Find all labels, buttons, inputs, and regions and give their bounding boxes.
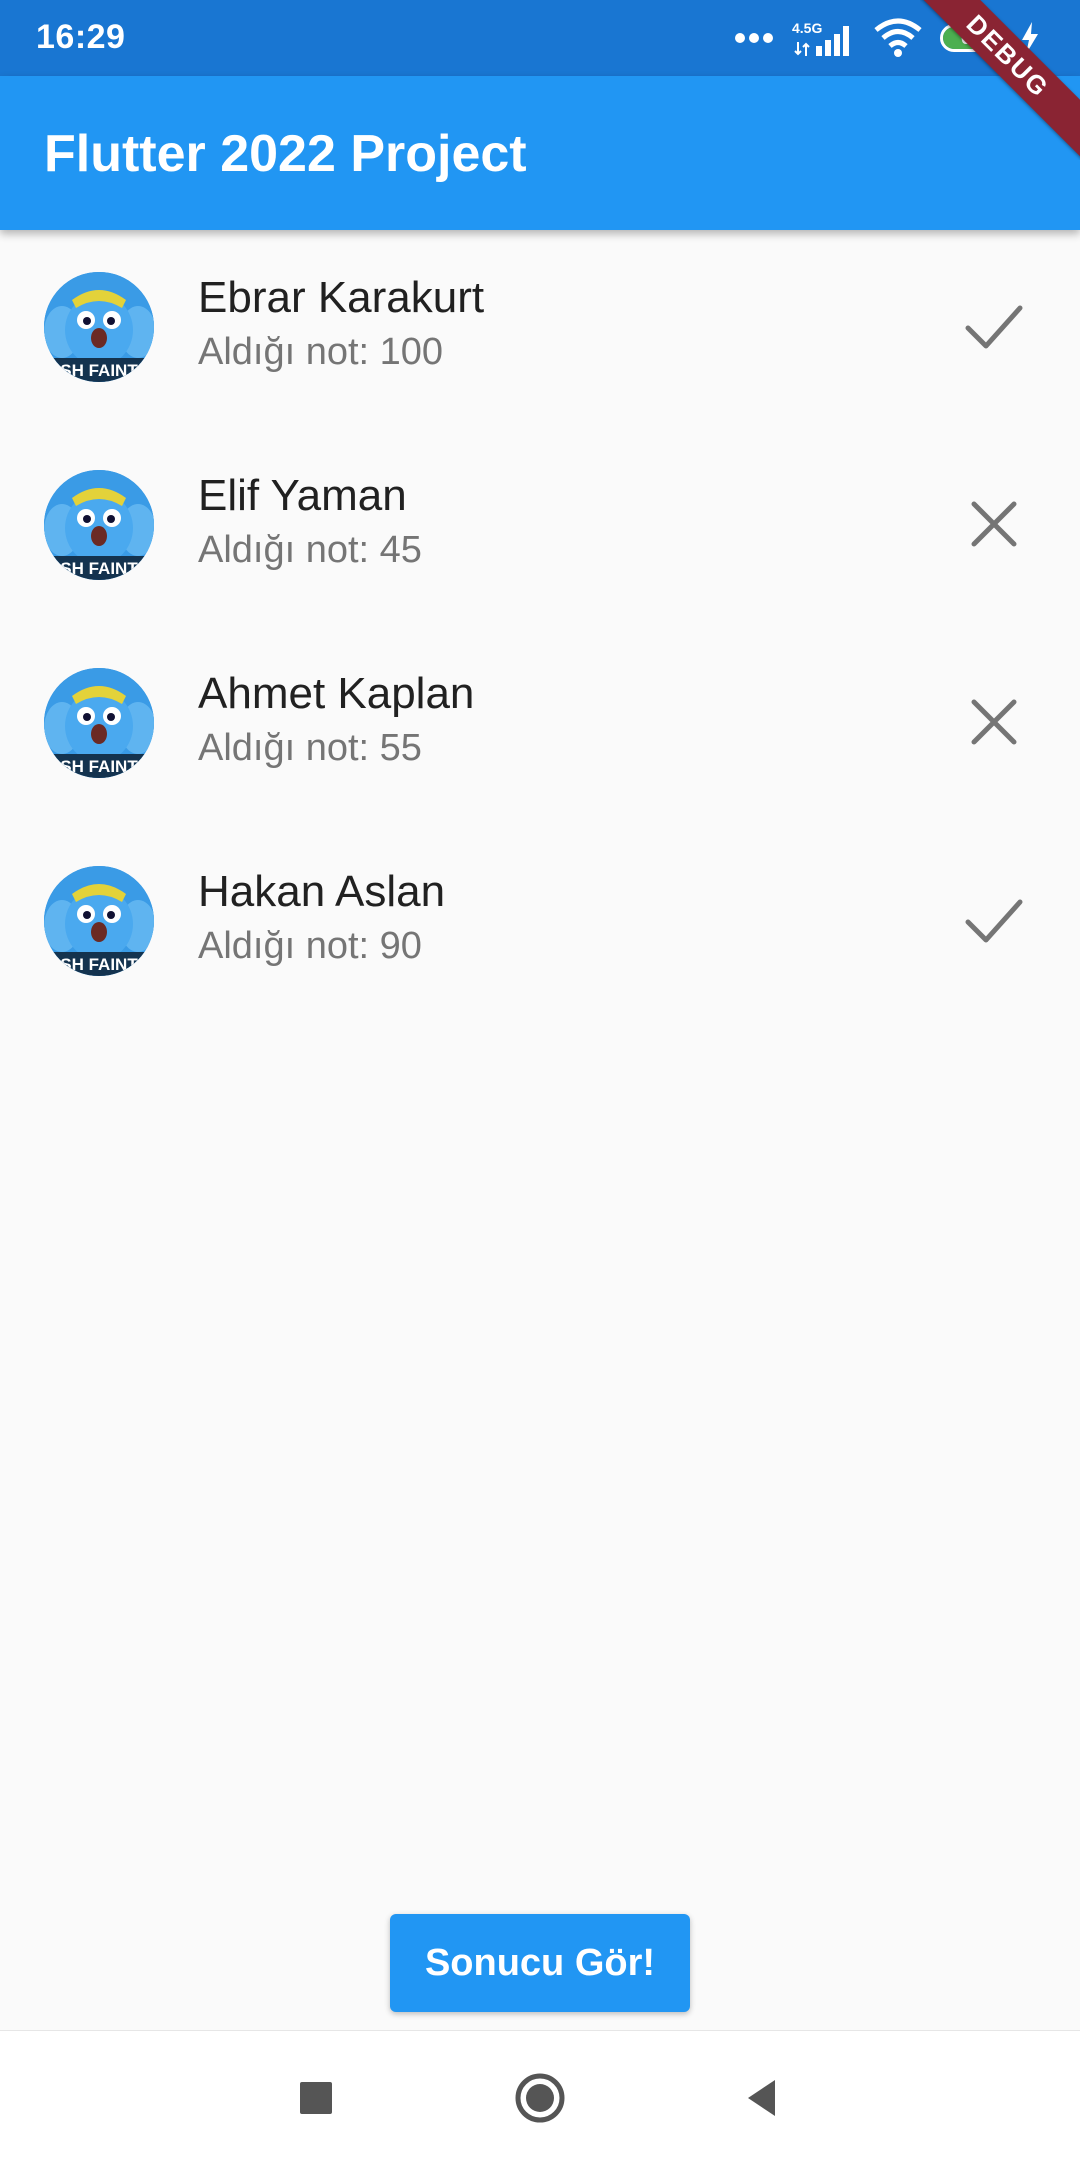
- avatar-image: SH FAINT: [44, 470, 154, 580]
- avatar-image: SH FAINT: [44, 866, 154, 976]
- avatar-caption: SH FAINT: [60, 361, 138, 380]
- debug-banner: DEBUG: [920, 0, 1080, 160]
- student-grade: Aldığı not: 45: [198, 528, 422, 571]
- item-text: Elif Yaman Aldığı not: 45: [198, 470, 422, 572]
- student-list: SH FAINT Ebrar Karakurt Aldığı not: 100: [0, 230, 1080, 1022]
- avatar-image: SH FAINT: [44, 668, 154, 778]
- item-text: Ahmet Kaplan Aldığı not: 55: [198, 668, 474, 770]
- see-result-button[interactable]: Sonucu Gör!: [390, 1914, 690, 2012]
- close-icon: [971, 501, 1017, 547]
- avatar: SH FAINT: [44, 866, 154, 976]
- student-grade: Aldığı not: 55: [198, 726, 422, 769]
- wifi-icon: [874, 18, 922, 57]
- navigation-bar: [0, 2030, 1080, 2161]
- student-grade: Aldığı not: 100: [198, 330, 444, 373]
- avatar: SH FAINT: [44, 470, 154, 580]
- list-item[interactable]: SH FAINT Ebrar Karakurt Aldığı not: 100: [0, 230, 1080, 428]
- list-item[interactable]: SH FAINT Hakan Aslan Aldığı not: 90: [0, 824, 1080, 1022]
- check-icon: [965, 305, 1023, 349]
- avatar-caption: SH FAINT: [60, 757, 138, 776]
- list-item[interactable]: SH FAINT Ahmet Kaplan Aldığı not: 55: [0, 626, 1080, 824]
- student-name: Hakan Aslan: [198, 867, 446, 916]
- signal-icon: 4.5G: [792, 16, 856, 60]
- close-icon: [971, 699, 1017, 745]
- student-grade: Aldığı not: 90: [198, 924, 422, 967]
- student-name: Elif Yaman: [198, 471, 407, 520]
- debug-banner-container: DEBUG: [920, 0, 1080, 160]
- app-bar: Flutter 2022 Project: [0, 76, 1080, 230]
- home-circle-icon[interactable]: [513, 2071, 567, 2125]
- status-bar: 16:29 4.5G 67: [0, 0, 1080, 76]
- student-name: Ebrar Karakurt: [198, 273, 485, 322]
- list-item[interactable]: SH FAINT Elif Yaman Aldığı not: 45: [0, 428, 1080, 626]
- avatar: SH FAINT: [44, 272, 154, 382]
- recents-square-icon[interactable]: [289, 2071, 343, 2125]
- more-dots-icon: [735, 33, 773, 43]
- check-icon: [965, 899, 1023, 943]
- avatar-caption: SH FAINT: [60, 559, 138, 578]
- avatar-caption: SH FAINT: [60, 955, 138, 974]
- status-time: 16:29: [36, 18, 126, 56]
- student-name: Ahmet Kaplan: [198, 669, 475, 718]
- back-triangle-icon[interactable]: [737, 2071, 791, 2125]
- item-text: Ebrar Karakurt Aldığı not: 100: [198, 272, 484, 374]
- avatar-image: SH FAINT: [44, 272, 154, 382]
- app-title: Flutter 2022 Project: [44, 125, 527, 183]
- item-text: Hakan Aslan Aldığı not: 90: [198, 866, 445, 968]
- avatar: SH FAINT: [44, 668, 154, 778]
